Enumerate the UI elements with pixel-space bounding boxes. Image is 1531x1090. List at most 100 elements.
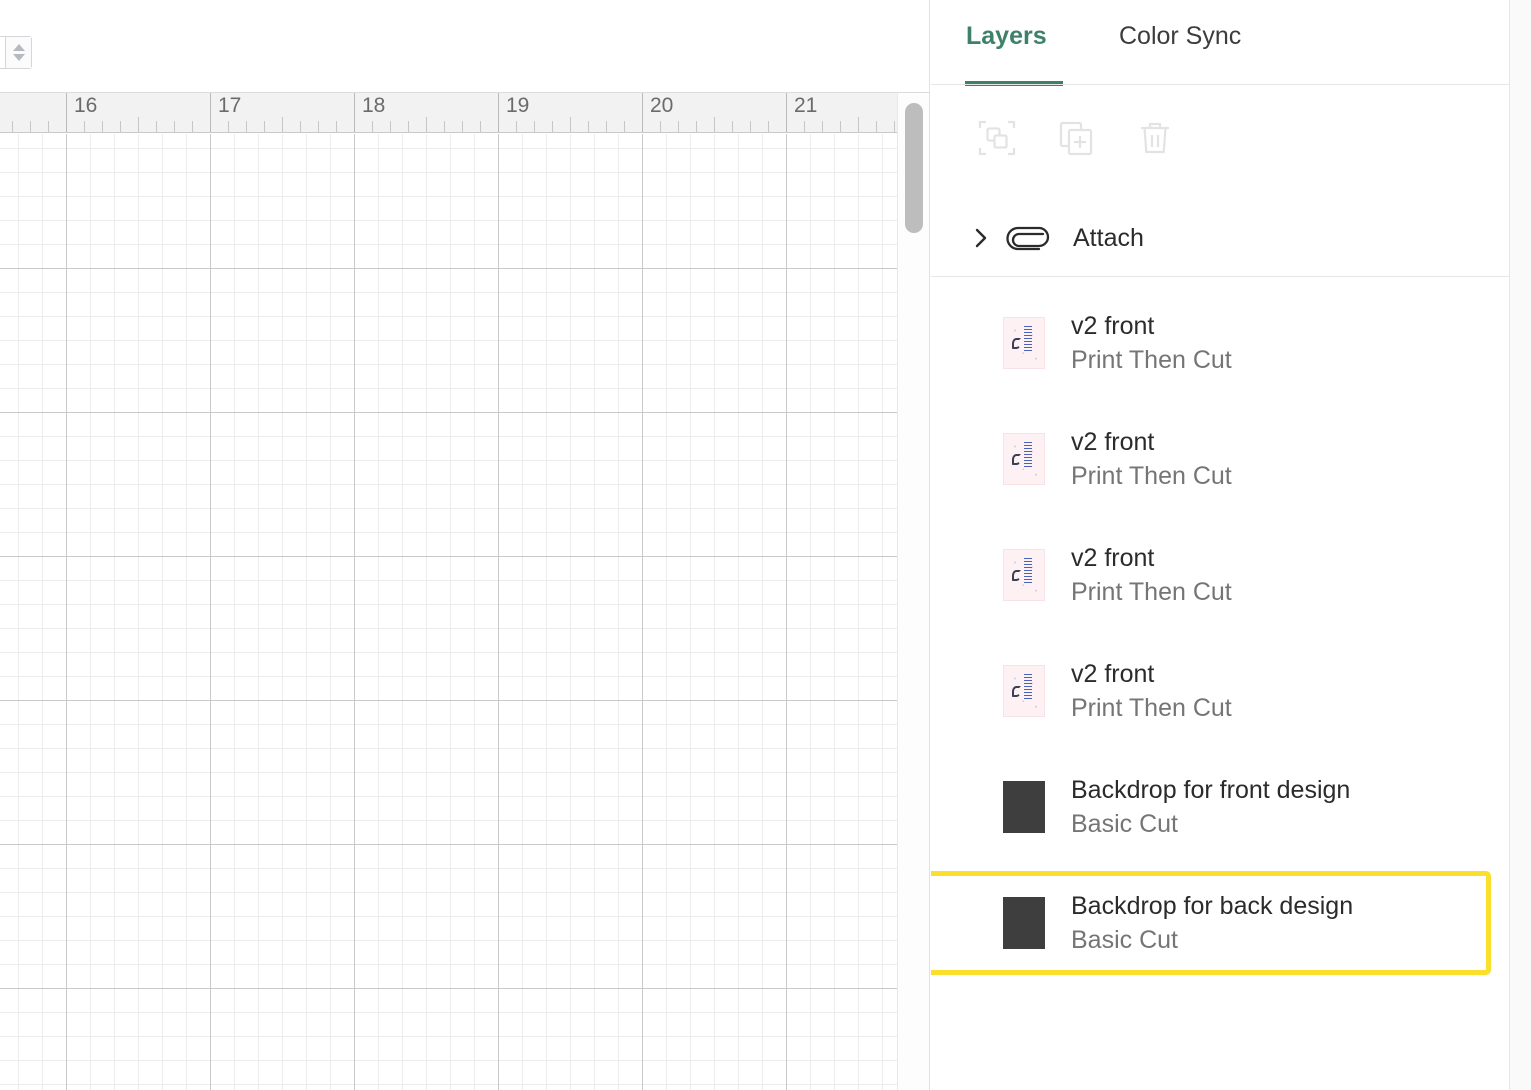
panel-tabs: Layers Color Sync (931, 0, 1509, 87)
ruler-minor-tick (264, 121, 265, 132)
layer-thumbnail (1003, 781, 1045, 833)
ruler-minor-tick (570, 117, 571, 132)
ruler-minor-tick (102, 121, 103, 132)
ruler-minor-tick (84, 121, 85, 132)
layer-text: v2 front Print Then Cut (1071, 659, 1232, 723)
ruler-minor-tick (372, 121, 373, 132)
ruler-minor-tick (714, 117, 715, 132)
ruler-minor-tick (138, 117, 139, 132)
layer-thumbnail (1003, 317, 1045, 369)
ruler-minor-tick (30, 121, 31, 132)
ruler-minor-tick (282, 117, 283, 132)
layer-subtitle: Print Then Cut (1071, 346, 1232, 374)
layer-text: Backdrop for back design Basic Cut (1071, 891, 1353, 955)
ruler-major-tick (786, 93, 787, 132)
ruler-minor-tick (300, 121, 301, 132)
group-icon[interactable] (974, 115, 1020, 161)
layer-row[interactable]: v2 front Print Then Cut (931, 517, 1509, 633)
layer-subtitle: Print Then Cut (1071, 694, 1232, 722)
layer-title: v2 front (1071, 312, 1155, 340)
layer-row-selected[interactable]: Backdrop for back design Basic Cut (931, 865, 1509, 981)
design-canvas-area: 16 17 18 19 20 21 (0, 0, 930, 1090)
layer-row[interactable]: v2 front Print Then Cut (931, 633, 1509, 749)
layer-thumbnail (1003, 665, 1045, 717)
layer-thumbnail (1003, 549, 1045, 601)
ruler-minor-tick (732, 121, 733, 132)
ruler-minor-tick (768, 121, 769, 132)
ruler-minor-tick (552, 121, 553, 132)
layer-title: v2 front (1071, 660, 1155, 688)
canvas-vertical-scrollbar[interactable] (897, 93, 929, 1090)
ruler-major-tick (642, 93, 643, 132)
ruler-minor-tick (336, 121, 337, 132)
layer-subtitle: Basic Cut (1071, 926, 1178, 954)
caret-up-icon[interactable] (12, 44, 25, 51)
ruler-minor-tick (192, 121, 193, 132)
ruler-major-tick (210, 93, 211, 132)
tab-color-sync[interactable]: Color Sync (1119, 22, 1241, 51)
layer-row[interactable]: v2 front Print Then Cut (931, 285, 1509, 401)
ruler-minor-tick (606, 121, 607, 132)
ruler-minor-tick (822, 121, 823, 132)
layer-title: Backdrop for front design (1071, 776, 1351, 804)
layer-row[interactable]: v2 front Print Then Cut (931, 401, 1509, 517)
ruler-minor-tick (462, 121, 463, 132)
scrollbar-thumb[interactable] (905, 103, 923, 233)
ruler-minor-tick (534, 121, 535, 132)
layers-action-toolbar (931, 86, 1509, 277)
layer-text: v2 front Print Then Cut (1071, 543, 1232, 607)
layer-subtitle: Print Then Cut (1071, 462, 1232, 490)
ruler-minor-tick (174, 121, 175, 132)
delete-icon[interactable] (1132, 115, 1178, 161)
chevron-right-icon[interactable] (966, 223, 996, 253)
layer-title: Backdrop for back design (1071, 892, 1354, 920)
ruler-minor-tick (12, 121, 13, 132)
layers-list[interactable]: Attach v2 front Print Then Cut v2 front … (931, 191, 1509, 1090)
ruler-minor-tick (624, 121, 625, 132)
stepper-buttons[interactable] (5, 37, 31, 68)
horizontal-ruler[interactable]: 16 17 18 19 20 21 (0, 93, 898, 133)
ruler-minor-tick (318, 121, 319, 132)
ruler-minor-tick (678, 121, 679, 132)
layer-group-attach[interactable]: Attach (931, 191, 1509, 285)
ruler-minor-tick (840, 121, 841, 132)
ruler-minor-tick (696, 121, 697, 132)
ruler-minor-tick (426, 117, 427, 132)
layer-text: Backdrop for front design Basic Cut (1071, 775, 1350, 839)
duplicate-icon[interactable] (1053, 115, 1099, 161)
layer-text: v2 front Print Then Cut (1071, 427, 1232, 491)
ruler-minor-tick (444, 121, 445, 132)
ruler-minor-tick (588, 121, 589, 132)
tab-layers[interactable]: Layers (966, 22, 1047, 51)
layer-subtitle: Basic Cut (1071, 810, 1178, 838)
ruler-minor-tick (804, 121, 805, 132)
ruler-minor-tick (390, 121, 391, 132)
ruler-minor-tick (156, 121, 157, 132)
ruler-minor-tick (120, 121, 121, 132)
ruler-minor-tick (660, 121, 661, 132)
quantity-stepper[interactable] (0, 36, 32, 69)
app-root: 16 17 18 19 20 21 Layers Color Sync Atta… (0, 0, 1531, 1090)
layers-panel: Layers Color Sync Attach v2 front Print … (931, 0, 1531, 1090)
ruler-label: 19 (506, 94, 530, 117)
ruler-label: 16 (74, 94, 98, 117)
ruler-minor-tick (516, 121, 517, 132)
paperclip-icon (1005, 221, 1053, 255)
ruler-label: 21 (794, 94, 818, 117)
ruler-minor-tick (750, 121, 751, 132)
tabs-divider (931, 84, 1509, 85)
panel-right-rail (1509, 0, 1531, 1090)
layer-row[interactable]: Backdrop for front design Basic Cut (931, 749, 1509, 865)
layer-subtitle: Print Then Cut (1071, 578, 1232, 606)
canvas-toolbar (0, 0, 929, 93)
ruler-label: 20 (650, 94, 674, 117)
ruler-minor-tick (894, 121, 895, 132)
caret-down-icon[interactable] (12, 54, 25, 61)
ruler-minor-tick (48, 121, 49, 132)
ruler-minor-tick (876, 121, 877, 132)
ruler-minor-tick (246, 121, 247, 132)
layer-title: v2 front (1071, 544, 1155, 572)
canvas-grid[interactable] (0, 134, 898, 1090)
ruler-major-tick (66, 93, 67, 132)
ruler-major-tick (354, 93, 355, 132)
